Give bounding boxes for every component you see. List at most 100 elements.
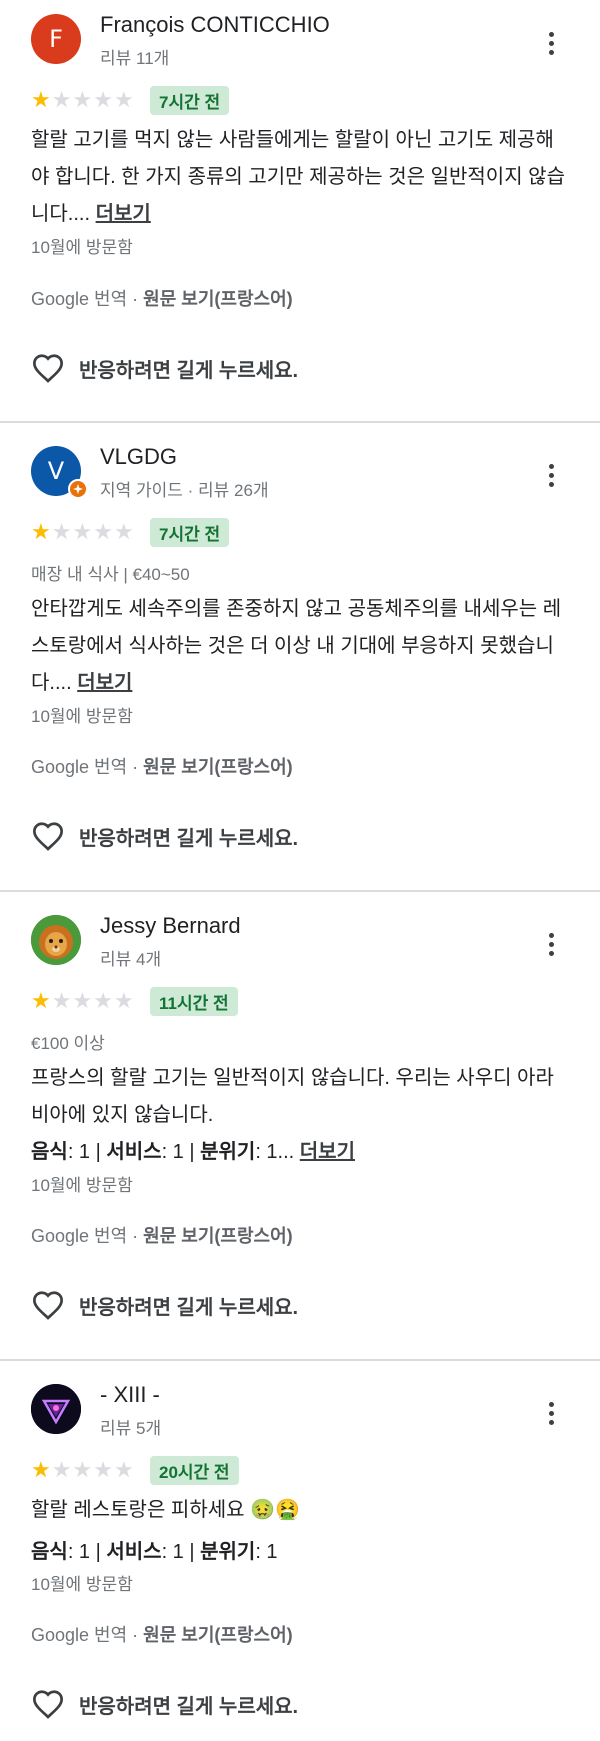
dot-icon	[548, 463, 554, 469]
dot-icon	[548, 1410, 554, 1416]
more-link[interactable]: 더보기	[77, 672, 132, 694]
star-empty-icon: ★	[93, 88, 113, 113]
more-link[interactable]: 더보기	[300, 1141, 355, 1163]
heart-icon[interactable]	[31, 353, 65, 383]
visit-date: 10월에 방문함	[31, 1575, 133, 1594]
star-empty-icon: ★	[72, 520, 93, 545]
view-original-link[interactable]: 원문 보기(프랑스어)	[143, 289, 292, 309]
react-label: 반응하려면 길게 누르세요.	[79, 1296, 299, 1319]
heart-icon[interactable]	[31, 1689, 65, 1719]
price-info: €100 이상	[31, 1034, 105, 1053]
react-label: 반응하려면 길게 누르세요.	[79, 1695, 299, 1718]
dot-icon	[548, 1419, 554, 1425]
neon-triangle-avatar[interactable]	[31, 1384, 81, 1434]
star-rating: ★ ★ ★ ★ ★	[31, 1460, 134, 1482]
neon-triangle-icon	[31, 1384, 81, 1434]
reviewer-meta: 리뷰 11개	[100, 49, 170, 68]
service-value: : 1 |	[161, 1541, 201, 1563]
divider	[0, 421, 600, 423]
star-empty-icon: ★	[72, 1458, 93, 1483]
review-text: 할랄 레스토랑은 피하세요 🤢🤮	[31, 1499, 300, 1521]
divider	[0, 1359, 600, 1361]
translation-note: Google 번역 · 원문 보기(프랑스어)	[31, 285, 293, 311]
more-options-button[interactable]	[534, 458, 568, 492]
dot-icon	[548, 49, 554, 55]
star-rating: ★ ★ ★ ★ ★	[31, 991, 134, 1013]
sub-ratings: 음식: 1 | 서비스: 1 | 분위기: 1	[31, 1535, 278, 1564]
time-badge: 7시간 전	[150, 86, 230, 115]
reviewer-meta: 지역 가이드 · 리뷰 26개	[100, 481, 269, 500]
star-empty-icon: ★	[51, 88, 72, 113]
mood-label: 분위기	[200, 1141, 256, 1163]
dot-icon	[548, 932, 554, 938]
translation-prefix: Google 번역 ·	[31, 289, 144, 309]
review-text: 할랄 고기를 먹지 않는 사람들에게는 할랄이 아닌 고기도 제공해야 합니다.…	[31, 122, 571, 233]
star-filled-icon: ★	[31, 520, 51, 545]
food-label: 음식	[31, 1141, 68, 1163]
reviewer-name[interactable]: Jessy Bernard	[100, 913, 241, 939]
view-original-link[interactable]: 원문 보기(프랑스어)	[143, 1625, 292, 1645]
reviewer-name[interactable]: François CONTICCHIO	[100, 12, 330, 38]
reviewer-name[interactable]: VLGDG	[100, 444, 177, 470]
visit-date: 10월에 방문함	[31, 238, 133, 257]
star-rating: ★ ★ ★ ★ ★	[31, 522, 134, 544]
react-label: 반응하려면 길게 누르세요.	[79, 827, 299, 850]
star-empty-icon: ★	[113, 88, 134, 113]
sub-ratings: 음식: 1 | 서비스: 1 | 분위기: 1... 더보기	[31, 1135, 355, 1164]
reviewer-name[interactable]: - XIII -	[100, 1382, 160, 1408]
star-filled-icon: ★	[31, 1458, 51, 1483]
lion-cub-avatar[interactable]	[31, 915, 81, 965]
food-value: : 1 |	[67, 1541, 107, 1563]
react-row[interactable]: 반응하려면 길게 누르세요.	[31, 821, 298, 851]
visit-date: 10월에 방문함	[31, 707, 133, 726]
star-empty-icon: ★	[51, 1458, 72, 1483]
star-empty-icon: ★	[93, 520, 113, 545]
mood-label: 분위기	[200, 1541, 256, 1563]
heart-icon[interactable]	[31, 1290, 65, 1320]
service-label: 서비스	[106, 1541, 162, 1563]
star-empty-icon: ★	[113, 989, 134, 1014]
local-guide-badge-icon	[68, 479, 88, 499]
star-rating: ★ ★ ★ ★ ★	[31, 90, 134, 112]
star-empty-icon: ★	[113, 520, 134, 545]
react-row[interactable]: 반응하려면 길게 누르세요.	[31, 1689, 298, 1719]
dot-icon	[548, 40, 554, 46]
dot-icon	[548, 31, 554, 37]
time-badge: 11시간 전	[150, 987, 238, 1016]
react-row[interactable]: 반응하려면 길게 누르세요.	[31, 353, 298, 383]
react-row[interactable]: 반응하려면 길게 누르세요.	[31, 1290, 298, 1320]
service-label: 서비스	[106, 1141, 162, 1163]
star-empty-icon: ★	[72, 88, 93, 113]
time-badge: 20시간 전	[150, 1456, 239, 1485]
service-value: : 1 |	[161, 1141, 201, 1163]
star-empty-icon: ★	[113, 1458, 134, 1483]
lion-cub-icon	[31, 915, 81, 965]
heart-icon[interactable]	[31, 821, 65, 851]
more-options-button[interactable]	[534, 927, 568, 961]
dining-info: 매장 내 식사 | €40~50	[31, 565, 190, 584]
review-text: 안타깝게도 세속주의를 존중하지 않고 공동체주의를 내세우는 레스토랑에서 식…	[31, 591, 571, 702]
mood-value: : 1	[255, 1541, 278, 1563]
view-original-link[interactable]: 원문 보기(프랑스어)	[143, 1226, 292, 1246]
dot-icon	[548, 472, 554, 478]
more-link[interactable]: 더보기	[96, 203, 151, 225]
time-badge: 7시간 전	[150, 518, 230, 547]
react-label: 반응하려면 길게 누르세요.	[79, 359, 299, 382]
translation-note: Google 번역 · 원문 보기(프랑스어)	[31, 753, 293, 779]
translation-prefix: Google 번역 ·	[31, 757, 144, 777]
star-empty-icon: ★	[72, 989, 93, 1014]
star-empty-icon: ★	[93, 989, 113, 1014]
avatar-letter: F	[49, 25, 63, 53]
star-empty-icon: ★	[93, 1458, 113, 1483]
divider	[0, 890, 600, 892]
translation-note: Google 번역 · 원문 보기(프랑스어)	[31, 1621, 293, 1647]
review-text: 프랑스의 할랄 고기는 일반적이지 않습니다. 우리는 사우디 아라비아에 있지…	[31, 1067, 554, 1126]
translation-prefix: Google 번역 ·	[31, 1625, 144, 1645]
translation-note: Google 번역 · 원문 보기(프랑스어)	[31, 1222, 293, 1248]
view-original-link[interactable]: 원문 보기(프랑스어)	[143, 757, 292, 777]
more-options-button[interactable]	[534, 1396, 568, 1430]
translation-prefix: Google 번역 ·	[31, 1226, 144, 1246]
more-options-button[interactable]	[534, 26, 568, 60]
star-empty-icon: ★	[51, 520, 72, 545]
avatar[interactable]: F	[31, 14, 81, 64]
